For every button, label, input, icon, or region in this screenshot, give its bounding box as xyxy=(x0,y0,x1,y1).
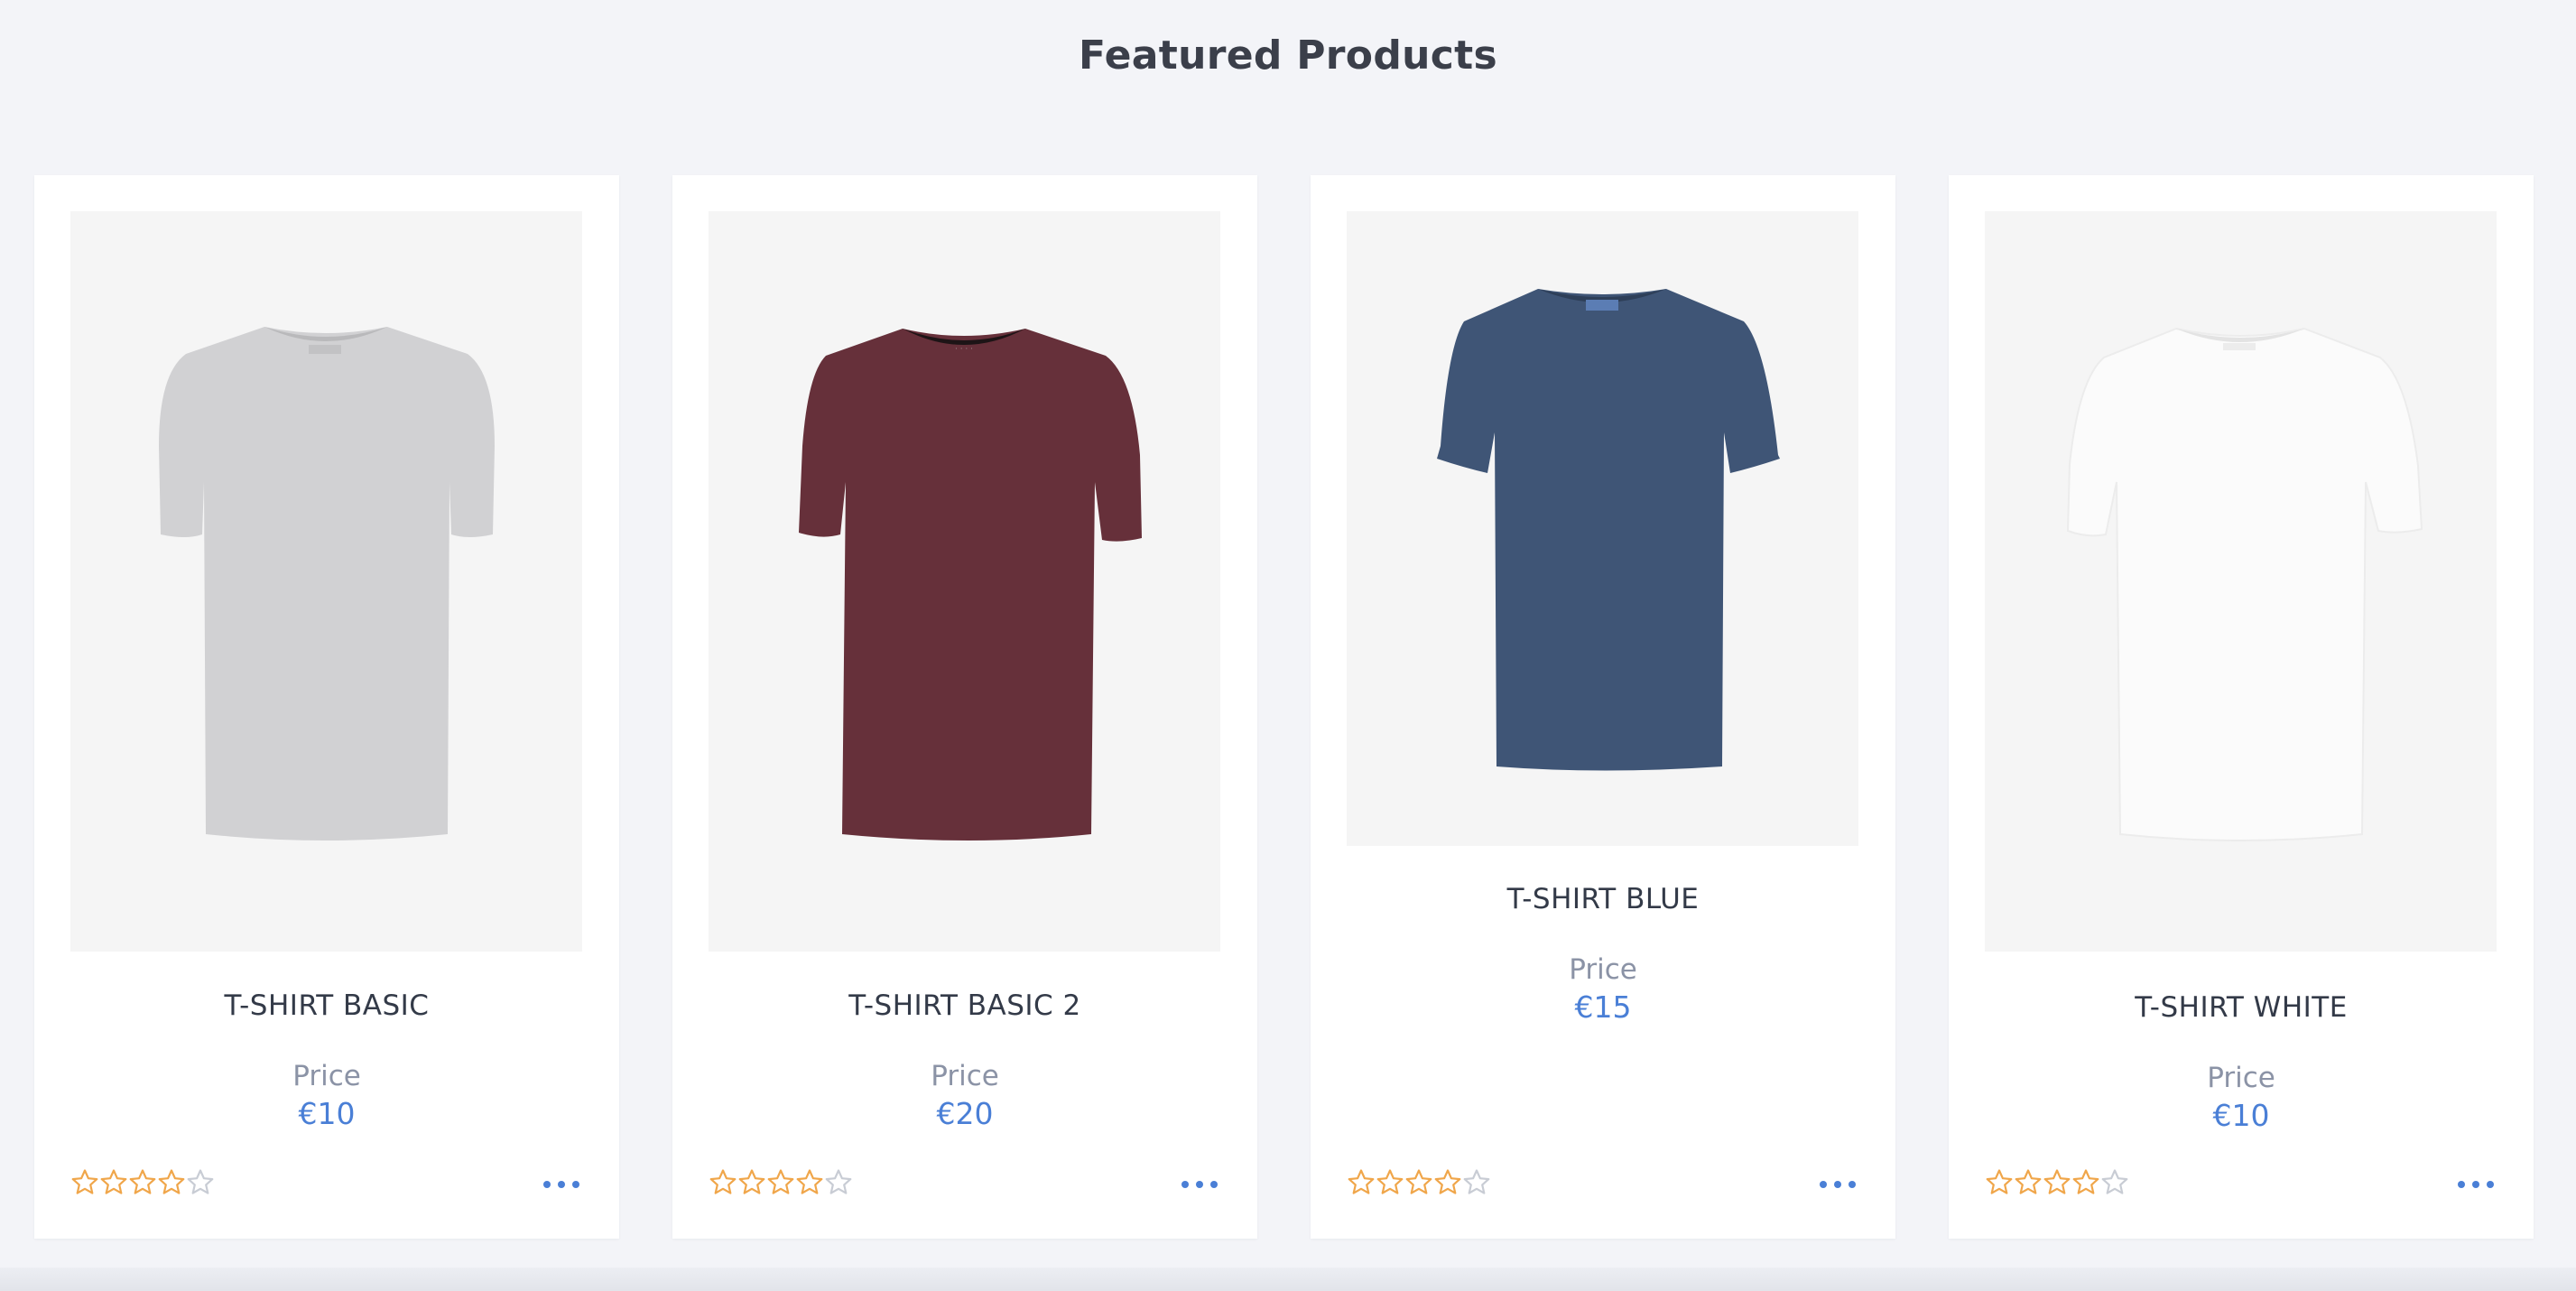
star-empty-icon xyxy=(825,1169,852,1194)
more-options-button[interactable] xyxy=(1181,1172,1218,1197)
star-rating xyxy=(1985,1168,2129,1201)
more-options-button[interactable] xyxy=(2458,1172,2494,1197)
white-tshirt-image xyxy=(2066,327,2423,841)
more-options-button[interactable] xyxy=(1820,1172,1856,1197)
dot-icon xyxy=(1820,1181,1827,1188)
dot-icon xyxy=(2487,1181,2494,1188)
section-title: Featured Products xyxy=(1079,33,1497,79)
product-name[interactable]: T-SHIRT BASIC xyxy=(34,989,619,1022)
dot-icon xyxy=(1210,1181,1218,1188)
star-filled-icon xyxy=(767,1169,794,1194)
price-value: €15 xyxy=(1574,989,1632,1025)
star-filled-icon xyxy=(709,1169,737,1194)
star-filled-icon xyxy=(2072,1169,2099,1194)
star-rating xyxy=(70,1168,215,1201)
product-image[interactable] xyxy=(1985,211,2497,952)
product-card[interactable]: · · · · T-SHIRT BASIC 2 Price €20 xyxy=(672,175,1257,1239)
dot-icon xyxy=(543,1181,551,1188)
product-name[interactable]: T-SHIRT BLUE xyxy=(1311,883,1895,915)
product-card[interactable]: T-SHIRT BASIC Price €10 xyxy=(34,175,619,1239)
price-value: €10 xyxy=(298,1096,356,1131)
navy-tshirt-image xyxy=(1437,289,1780,771)
dot-icon xyxy=(558,1181,565,1188)
dot-icon xyxy=(2472,1181,2479,1188)
product-name[interactable]: T-SHIRT WHITE xyxy=(1949,991,2534,1024)
star-filled-icon xyxy=(1986,1169,2013,1194)
featured-products-page: Featured Products T-SHIRT BASIC Price €1… xyxy=(0,0,2576,1291)
more-options-button[interactable] xyxy=(543,1172,579,1197)
product-name[interactable]: T-SHIRT BASIC 2 xyxy=(672,989,1257,1022)
star-empty-icon xyxy=(2101,1169,2128,1194)
star-empty-icon xyxy=(187,1169,214,1194)
product-image[interactable] xyxy=(70,211,582,952)
star-filled-icon xyxy=(2015,1169,2042,1194)
star-rating xyxy=(709,1168,853,1201)
dot-icon xyxy=(1849,1181,1856,1188)
dot-icon xyxy=(1834,1181,1841,1188)
dot-icon xyxy=(572,1181,579,1188)
star-filled-icon xyxy=(796,1169,823,1194)
star-empty-icon xyxy=(1463,1169,1490,1194)
product-card[interactable]: T-SHIRT WHITE Price €10 xyxy=(1949,175,2534,1239)
star-filled-icon xyxy=(738,1169,765,1194)
gray-tshirt-image xyxy=(159,327,495,841)
price-label: Price xyxy=(931,1060,999,1092)
dot-icon xyxy=(2458,1181,2465,1188)
star-filled-icon xyxy=(1405,1169,1432,1194)
dot-icon xyxy=(1181,1181,1189,1188)
star-rating xyxy=(1347,1168,1491,1201)
price-value: €10 xyxy=(2212,1098,2270,1133)
product-image[interactable] xyxy=(1347,211,1858,846)
star-filled-icon xyxy=(1434,1169,1461,1194)
maroon-tshirt-image: · · · · xyxy=(799,329,1142,841)
product-image[interactable]: · · · · xyxy=(709,211,1220,952)
star-filled-icon xyxy=(1376,1169,1404,1194)
price-label: Price xyxy=(292,1060,361,1092)
star-filled-icon xyxy=(129,1169,156,1194)
price-label: Price xyxy=(2207,1062,2275,1094)
dot-icon xyxy=(1196,1181,1203,1188)
price-value: €20 xyxy=(936,1096,994,1131)
product-card[interactable]: T-SHIRT BLUE Price €15 xyxy=(1311,175,1895,1239)
svg-text:· · · ·: · · · · xyxy=(955,345,973,354)
price-label: Price xyxy=(1569,953,1637,986)
bottom-shadow xyxy=(0,1268,2576,1291)
star-filled-icon xyxy=(71,1169,98,1194)
star-filled-icon xyxy=(158,1169,185,1194)
star-filled-icon xyxy=(100,1169,127,1194)
star-filled-icon xyxy=(2043,1169,2071,1194)
star-filled-icon xyxy=(1348,1169,1375,1194)
